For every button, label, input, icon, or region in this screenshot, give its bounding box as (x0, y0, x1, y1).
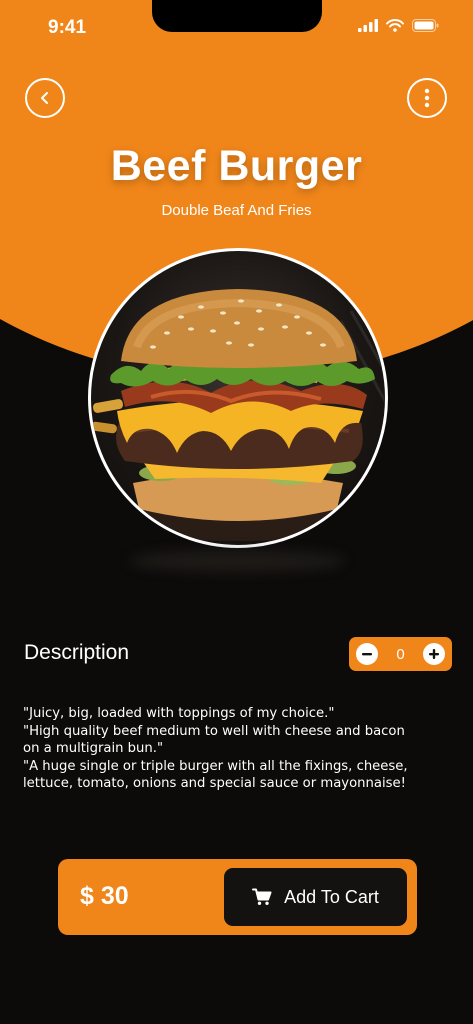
quantity-value: 0 (396, 645, 405, 663)
cart-icon (252, 888, 272, 905)
minus-icon (362, 653, 372, 656)
status-time: 9:41 (48, 17, 87, 38)
product-image (88, 248, 388, 548)
add-to-cart-label: Add To Cart (284, 886, 379, 907)
back-button[interactable] (25, 78, 65, 118)
more-vertical-icon (424, 88, 430, 108)
quantity-stepper: 0 (349, 637, 452, 671)
price-label: $ 30 (80, 882, 129, 910)
cart-bar: $ 30 Add To Cart (58, 859, 417, 935)
product-subtitle: Double Beaf And Fries (161, 202, 312, 219)
decrease-button[interactable] (356, 643, 378, 665)
wifi-icon (386, 19, 404, 32)
notch (152, 0, 322, 32)
plus-icon (429, 649, 439, 659)
increase-button[interactable] (423, 643, 445, 665)
product-detail-screen: 9:41 Beef Burger Double Beaf And Fries D… (0, 0, 473, 1024)
add-to-cart-button[interactable]: Add To Cart (224, 868, 407, 926)
product-title: Beef Burger (110, 142, 363, 190)
battery-icon (412, 19, 439, 32)
status-icons (358, 19, 439, 32)
description-line: "A huge single or triple burger with all… (23, 758, 408, 792)
more-options-button[interactable] (407, 78, 447, 118)
image-shadow (130, 550, 345, 572)
description-line: "High quality beef medium to well with c… (23, 723, 405, 757)
signal-icon (358, 19, 378, 32)
status-bar: 9:41 (0, 0, 473, 54)
description-line: "Juicy, big, loaded with toppings of my … (23, 706, 335, 721)
description-text: "Juicy, big, loaded with toppings of my … (23, 705, 423, 793)
description-heading: Description (24, 641, 130, 664)
chevron-left-icon (41, 92, 48, 104)
